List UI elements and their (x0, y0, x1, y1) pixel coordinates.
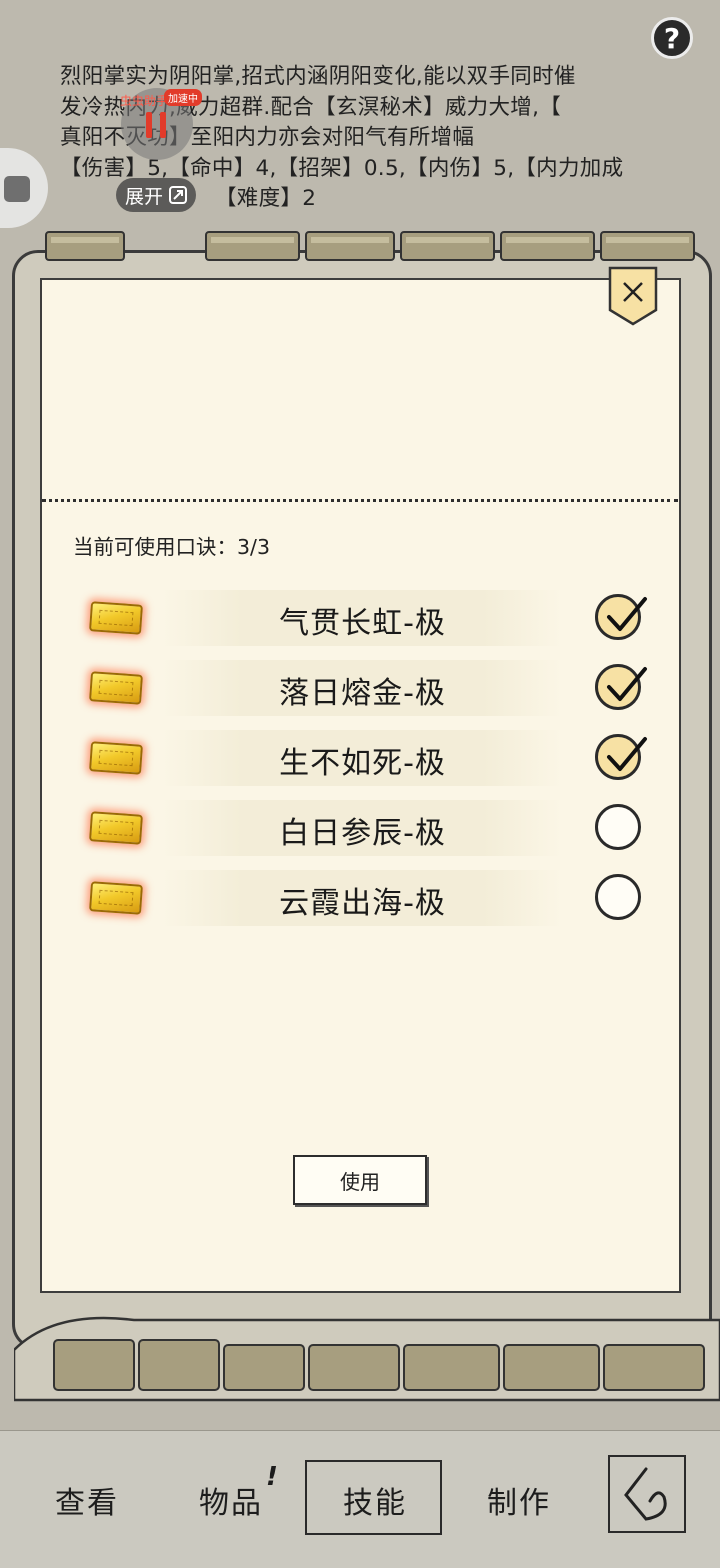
question-icon: ? (663, 21, 681, 55)
expand-label: 展开 (124, 185, 163, 208)
new-items-badge: ! (266, 1462, 278, 1492)
nav-items[interactable]: 物品 (199, 1478, 263, 1522)
close-button[interactable] (608, 266, 658, 326)
mantra-checkbox[interactable] (595, 734, 647, 780)
mantra-name: 白日参辰-极 (279, 816, 446, 851)
mantra-name: 气贯长虹-极 (279, 606, 446, 641)
mantra-row[interactable]: 云霞出海-极 (80, 868, 660, 928)
mantra-name: 落日熔金-极 (279, 676, 446, 711)
count-value: 3/3 (237, 535, 270, 559)
pause-icon[interactable] (146, 112, 168, 138)
checkmark-icon (607, 597, 647, 631)
mantra-row[interactable]: 生不如死-极 (80, 728, 660, 788)
back-button[interactable] (608, 1455, 686, 1533)
mantra-row[interactable]: 白日参辰-极 (80, 798, 660, 858)
mantra-name: 生不如死-极 (279, 746, 446, 781)
assistant-name: 虫虫助手 (120, 94, 169, 108)
mantra-row[interactable]: 落日熔金-极 (80, 658, 660, 718)
speed-badge: 加速中 (164, 89, 202, 106)
nav-craft[interactable]: 制作 (487, 1478, 551, 1522)
use-button[interactable]: 使用 (293, 1155, 427, 1205)
mantra-checkbox[interactable] (595, 594, 647, 640)
mantra-checkbox[interactable] (595, 664, 647, 710)
nav-skills[interactable]: 技能 (343, 1478, 407, 1522)
mantra-checkbox[interactable] (595, 804, 641, 850)
mantra-row[interactable]: 气贯长虹-极 (80, 588, 660, 648)
help-button[interactable]: ? (651, 17, 693, 59)
expand-button[interactable]: 展开 (116, 178, 196, 212)
checkmark-icon (607, 737, 647, 771)
count-label: 当前可使用口诀： (73, 535, 237, 559)
expand-icon (169, 186, 187, 204)
mantra-checkbox[interactable] (595, 874, 641, 920)
mantra-name: 云霞出海-极 (279, 886, 446, 921)
available-mantra-count: 当前可使用口诀：3/3 (73, 530, 270, 560)
back-arrow-icon (624, 1467, 667, 1521)
scroll-roller (14, 1316, 720, 1402)
divider (42, 499, 678, 502)
checkmark-icon (607, 667, 647, 701)
app-icon (4, 176, 30, 202)
nav-view[interactable]: 查看 (55, 1478, 119, 1522)
